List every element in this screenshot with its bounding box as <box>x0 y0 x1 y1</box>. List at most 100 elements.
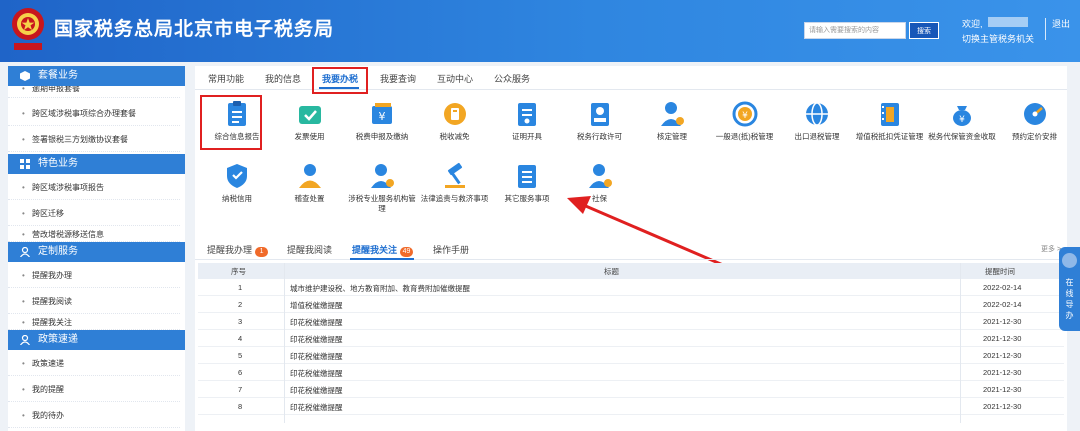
sidebar-item[interactable]: 我的待办 <box>8 404 180 428</box>
service-item[interactable]: 税务行政许可 <box>563 96 637 156</box>
cell-no: 2 <box>238 300 243 309</box>
sidebar-section-policy[interactable]: 政策速递 <box>8 330 185 350</box>
tab-label: 提醒我阅读 <box>287 245 333 255</box>
table-row[interactable]: 6 印花税催缴提醒 2021-12-30 <box>198 364 1064 381</box>
service-item[interactable]: 发票使用 <box>273 96 347 156</box>
tab-manual[interactable]: 操作手册 <box>433 243 469 256</box>
service-label: 涉税专业服务机构管理 <box>348 194 416 213</box>
service-item[interactable]: 证明开具 <box>490 96 564 156</box>
service-label: 出口退税管理 <box>794 132 840 141</box>
sidebar-section-custom[interactable]: 定制服务 <box>8 242 185 262</box>
cell-title[interactable]: 印花税催缴提醒 <box>290 351 343 362</box>
sidebar-item[interactable]: 跨区域涉税事项报告 <box>8 176 180 200</box>
service-item[interactable]: ¥ 税费申报及缴纳 <box>345 96 419 156</box>
sidebar-item[interactable]: 提醒我办理 <box>8 264 180 288</box>
float-nav-label: 在线导办 <box>1065 278 1074 320</box>
main-panel: 常用功能 我的信息 我要办税 我要查询 互动中心 公众服务 综合信息报告 发票使用… <box>195 66 1067 431</box>
sidebar-item[interactable]: 签署银税三方划缴协议套餐 <box>8 128 180 152</box>
table-row[interactable]: 1 城市维护建设税、地方教育附加、教育费附加催缴提醒 2022-02-14 <box>198 279 1064 296</box>
tab-public-service[interactable]: 公众服务 <box>494 72 530 85</box>
switch-tax-authority-link[interactable]: 切换主管税务机关 <box>962 32 1034 45</box>
sidebar-item[interactable]: 政策速递 <box>8 352 180 376</box>
logout-link[interactable]: 退出 <box>1052 17 1070 30</box>
cell-title[interactable]: 印花税催缴提醒 <box>290 368 343 379</box>
service-item[interactable]: 其它服务事项 <box>490 158 564 218</box>
service-item[interactable]: 预约定价安排 <box>998 96 1072 156</box>
sidebar: 套餐业务 逾期申报套餐 跨区域涉税事项综合办理套餐 签署银税三方划缴协议套餐 特… <box>8 66 185 431</box>
service-label: 税务行政许可 <box>577 132 622 141</box>
tab-interaction[interactable]: 互动中心 <box>437 72 473 85</box>
column-divider <box>284 263 285 423</box>
sidebar-section-featured[interactable]: 特色业务 <box>8 154 185 174</box>
sidebar-item[interactable]: 我的提醒 <box>8 378 180 402</box>
tab-my-info[interactable]: 我的信息 <box>265 72 301 85</box>
cell-no: 4 <box>238 334 243 343</box>
service-label: 税务代保管资金收取 <box>928 132 996 141</box>
cell-date: 2021-12-30 <box>983 351 1022 360</box>
social-security-icon <box>588 164 612 188</box>
user-icon <box>20 335 30 345</box>
cell-title[interactable]: 印花税催缴提醒 <box>290 385 343 396</box>
service-item[interactable]: ¥ 税务代保管资金收取 <box>925 96 999 156</box>
site-title: 国家税务总局北京市电子税务局 <box>54 19 335 40</box>
table-row[interactable]: 7 印花税催缴提醒 2021-12-30 <box>198 381 1064 398</box>
tab-common[interactable]: 常用功能 <box>208 72 244 85</box>
sidebar-item[interactable]: 跨区迁移 <box>8 202 180 226</box>
sidebar-item[interactable]: 提醒我阅读 <box>8 290 180 314</box>
service-item[interactable]: 法律追责与救济事项 <box>418 158 492 218</box>
sidebar-item[interactable]: 营改增税源移送信息 <box>8 228 180 242</box>
coin-icon <box>443 103 466 125</box>
service-label: 预约定价安排 <box>1012 132 1057 141</box>
yuan-card-icon: ¥ <box>372 103 392 124</box>
column-header-date: 提醒时间 <box>985 267 1015 276</box>
svg-text:¥: ¥ <box>959 115 965 125</box>
cell-title[interactable]: 印花税催缴提醒 <box>290 402 343 413</box>
cell-title[interactable]: 增值税催缴提醒 <box>290 300 343 311</box>
top-header: 国家税务总局北京市电子税务局 请输入需要搜索的内容 搜索 欢迎, 切换主管税务机… <box>0 0 1080 62</box>
cell-title[interactable]: 印花税催缴提醒 <box>290 334 343 345</box>
main-tabs: 常用功能 我的信息 我要办税 我要查询 互动中心 公众服务 <box>195 66 1067 94</box>
service-item[interactable]: 税收减免 <box>418 96 492 156</box>
film-icon <box>880 103 899 126</box>
service-label: 发票使用 <box>294 132 325 141</box>
tab-remind-follow[interactable]: 提醒我关注 49 <box>352 243 414 257</box>
table-row[interactable]: 4 印花税催缴提醒 2021-12-30 <box>198 330 1064 347</box>
table-row[interactable]: 8 印花税催缴提醒 2021-12-30 <box>198 398 1064 415</box>
cell-date: 2021-12-30 <box>983 368 1022 377</box>
cell-date: 2021-12-30 <box>983 334 1022 343</box>
sidebar-item[interactable]: 逾期申报套餐 <box>8 86 180 98</box>
table-header: 序号 标题 提醒时间 <box>198 263 1064 279</box>
svg-text:¥: ¥ <box>742 111 748 121</box>
online-guide-float-button[interactable]: 在线导办 <box>1059 247 1080 331</box>
refund-icon: ¥ <box>732 101 757 127</box>
cell-no: 6 <box>238 368 243 377</box>
column-header-title: 标题 <box>604 267 619 276</box>
sidebar-item[interactable]: 跨区域涉税事项综合办理套餐 <box>8 102 180 126</box>
search-button[interactable]: 搜索 <box>909 22 939 39</box>
service-item[interactable]: 纳税信用 <box>200 158 274 218</box>
highlight-box <box>312 67 368 94</box>
table-row[interactable]: 3 印花税催缴提醒 2021-12-30 <box>198 313 1064 330</box>
tab-remind-read[interactable]: 提醒我阅读 <box>287 243 332 256</box>
service-item[interactable]: 稽查处置 <box>273 158 347 218</box>
service-item[interactable]: 增值税抵扣凭证管理 <box>853 96 927 156</box>
sidebar-item[interactable]: 提醒我关注 <box>8 316 180 330</box>
service-item[interactable]: 核定管理 <box>635 96 709 156</box>
service-item[interactable]: 涉税专业服务机构管理 <box>345 158 419 218</box>
tab-remind-handle[interactable]: 提醒我办理 1 <box>207 243 269 257</box>
column-header-no: 序号 <box>231 267 246 276</box>
service-label: 核定管理 <box>657 132 687 141</box>
service-item[interactable]: ¥ 一般退(抵)税管理 <box>708 96 782 156</box>
tab-query[interactable]: 我要查询 <box>380 72 416 85</box>
cell-title[interactable]: 印花税催缴提醒 <box>290 317 343 328</box>
cell-title[interactable]: 城市维护建设税、地方教育附加、教育费附加催缴提醒 <box>290 283 470 294</box>
service-item[interactable]: 出口退税管理 <box>780 96 854 156</box>
table-row[interactable]: 5 印花税催缴提醒 2021-12-30 <box>198 347 1064 364</box>
sidebar-section-packages[interactable]: 套餐业务 <box>8 66 185 86</box>
service-label: 一般退(抵)税管理 <box>715 132 774 141</box>
service-label: 证明开具 <box>512 132 542 141</box>
cube-icon <box>20 71 30 81</box>
search-input[interactable]: 请输入需要搜索的内容 <box>804 22 906 39</box>
table-row[interactable]: 2 增值税催缴提醒 2022-02-14 <box>198 296 1064 313</box>
cell-no: 3 <box>238 317 243 326</box>
